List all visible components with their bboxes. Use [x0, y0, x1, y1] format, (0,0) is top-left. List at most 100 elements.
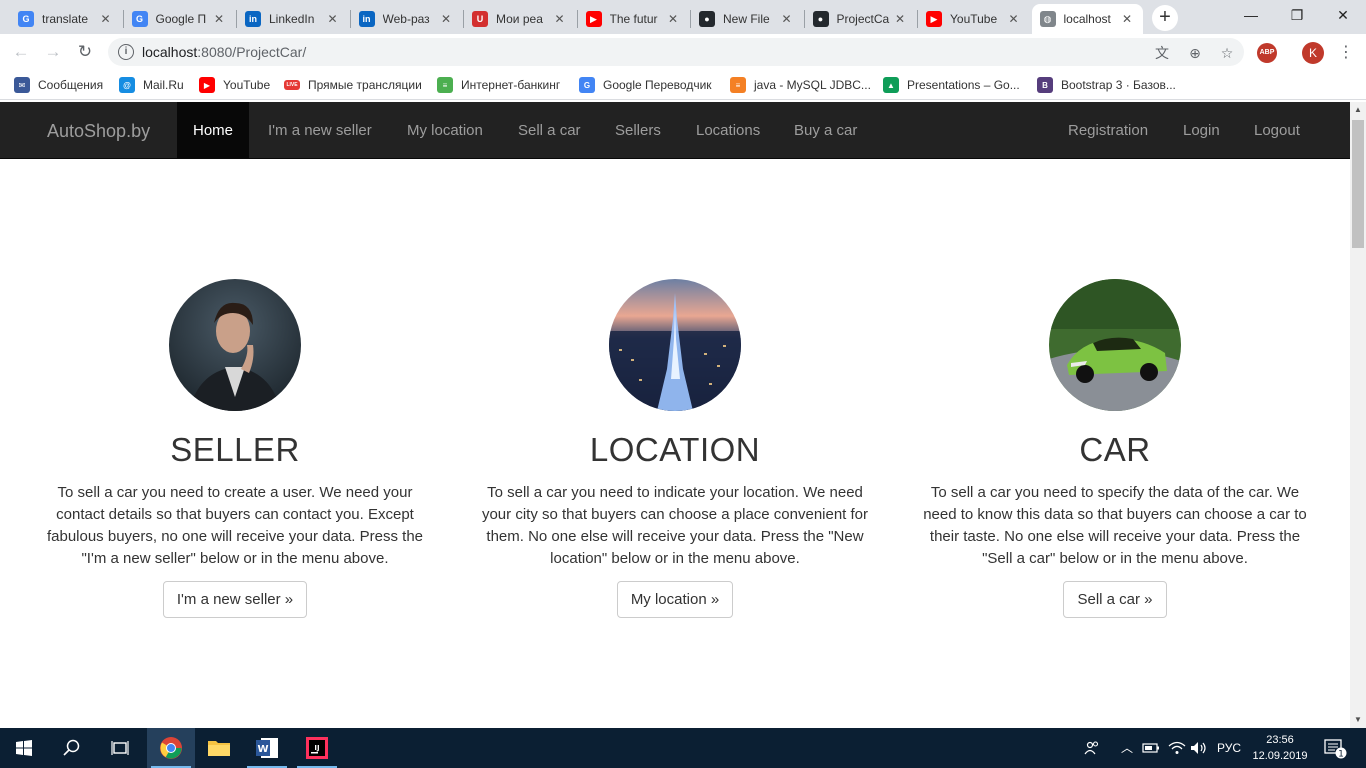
svg-text:IJ: IJ [314, 744, 319, 752]
bookmark-item[interactable]: B Bootstrap 3 · Базов... [1037, 76, 1176, 94]
volume-icon[interactable] [1188, 728, 1210, 768]
browser-tab[interactable]: ◍ localhost ✕ [1031, 4, 1143, 34]
minimize-button[interactable]: — [1228, 0, 1274, 30]
windows-taskbar: W IJ ︿ РУС 23:56 12.09.2019 1 [0, 728, 1366, 768]
notifications-icon: 1 [1324, 739, 1347, 760]
tab-separator [803, 10, 805, 28]
new-tab-button[interactable]: + [1152, 5, 1178, 31]
linkedin-icon: in [245, 11, 261, 27]
url-text[interactable]: localhost:8080/ProjectCar/ [142, 44, 306, 60]
page-scrollbar[interactable]: ▲ ▼ [1350, 102, 1366, 728]
bookmark-item[interactable]: ✉ Сообщения [14, 76, 103, 94]
bookmark-item[interactable]: ≡ Интернет-банкинг [437, 76, 560, 94]
new-seller-button[interactable]: I'm a new seller » [162, 581, 308, 618]
browser-tab[interactable]: in LinkedIn ✕ [237, 4, 349, 34]
nav-link-logout[interactable]: Logout [1238, 102, 1316, 159]
location-photo [609, 279, 741, 411]
browser-tab[interactable]: G Google П ✕ [124, 4, 236, 34]
sell-a-car-button[interactable]: Sell a car » [1063, 581, 1167, 618]
wifi-icon[interactable] [1166, 728, 1188, 768]
task-view-button[interactable] [96, 728, 144, 768]
tab-close-icon[interactable]: ✕ [779, 12, 795, 26]
bookmark-star-icon[interactable]: ☆ [1218, 44, 1236, 62]
maximize-button[interactable]: ❐ [1274, 0, 1320, 30]
address-bar[interactable]: i localhost:8080/ProjectCar/ 文 ⊕ ☆ [108, 38, 1244, 66]
people-icon[interactable] [1080, 728, 1104, 768]
linkedin-icon: in [358, 11, 375, 27]
system-clock[interactable]: 23:56 12.09.2019 [1248, 732, 1312, 764]
zoom-icon[interactable]: ⊕ [1186, 44, 1204, 62]
youtube-icon: ▶ [585, 11, 602, 27]
youtube-icon: ▶ [926, 11, 942, 27]
scroll-down-icon[interactable]: ▼ [1350, 712, 1366, 728]
browser-menu-icon[interactable]: ⋮ [1338, 42, 1354, 64]
intellij-taskbar-button[interactable]: IJ [293, 728, 341, 768]
bookmark-label: java - MySQL JDBC... [754, 78, 871, 92]
google-translate-icon: G [131, 11, 148, 27]
explorer-taskbar-button[interactable] [195, 728, 243, 768]
chrome-taskbar-button[interactable] [147, 728, 195, 768]
bookmark-item[interactable]: LIVE Прямые трансляции [284, 76, 422, 94]
word-taskbar-button[interactable]: W [243, 728, 291, 768]
nav-link-i-m-a-new-seller[interactable]: I'm a new seller [252, 102, 388, 159]
adblock-extension-icon[interactable]: ABP [1257, 43, 1277, 63]
bank-icon: ≡ [437, 77, 453, 93]
forward-button[interactable]: → [41, 41, 65, 63]
scroll-thumb[interactable] [1352, 120, 1364, 248]
translate-page-icon[interactable]: 文 [1153, 44, 1171, 62]
bookmark-item[interactable]: ▲ Presentations – Go... [883, 76, 1020, 94]
battery-icon[interactable] [1140, 728, 1162, 768]
notification-count: 1 [1338, 750, 1344, 760]
start-button[interactable] [0, 728, 48, 768]
nav-link-sell-a-car[interactable]: Sell a car [502, 102, 597, 159]
windows-logo-icon [16, 740, 32, 756]
nav-link-login[interactable]: Login [1167, 102, 1236, 159]
tab-close-icon[interactable]: ✕ [211, 12, 227, 26]
tab-separator [463, 10, 464, 28]
seller-photo [169, 279, 301, 411]
search-button[interactable] [48, 728, 96, 768]
shield-icon: U [472, 11, 488, 27]
browser-tab[interactable]: in Web-раз ✕ [351, 4, 463, 34]
tab-close-icon[interactable]: ✕ [325, 12, 341, 26]
bookmark-item[interactable]: G Google Переводчик [579, 76, 712, 94]
clock-time: 23:56 [1266, 734, 1294, 746]
bookmark-item[interactable]: @ Mail.Ru [119, 76, 184, 94]
browser-tab[interactable]: ● ProjectCa ✕ [805, 4, 917, 34]
tab-close-icon[interactable]: ✕ [892, 12, 908, 26]
close-window-button[interactable]: ✕ [1320, 0, 1366, 30]
section-heading: CAR [1079, 431, 1151, 468]
show-hidden-icons-chevron-icon[interactable]: ︿ [1118, 728, 1136, 768]
input-language-indicator[interactable]: РУС [1212, 728, 1246, 768]
action-center-button[interactable]: 1 [1320, 728, 1350, 768]
bookmark-item[interactable]: ≡ java - MySQL JDBC... [730, 76, 871, 94]
nav-link-locations[interactable]: Locations [680, 102, 776, 159]
tab-close-icon[interactable]: ✕ [1006, 12, 1022, 26]
tab-close-icon[interactable]: ✕ [665, 12, 681, 26]
nav-link-buy-a-car[interactable]: Buy a car [778, 102, 873, 159]
tab-close-icon[interactable]: ✕ [98, 12, 114, 26]
tab-close-icon[interactable]: ✕ [1119, 12, 1135, 26]
tab-separator [917, 10, 918, 28]
browser-tab[interactable]: ▶ YouTube ✕ [918, 4, 1030, 34]
bookmark-item[interactable]: ▶ YouTube [199, 76, 270, 94]
scroll-up-icon[interactable]: ▲ [1350, 102, 1366, 118]
browser-tab[interactable]: ● New File ✕ [691, 4, 803, 34]
tab-close-icon[interactable]: ✕ [438, 12, 454, 26]
tab-close-icon[interactable]: ✕ [552, 12, 568, 26]
stackoverflow-icon: ≡ [730, 77, 746, 93]
site-info-icon[interactable]: i [118, 44, 134, 60]
browser-tab[interactable]: ▶ The futur ✕ [578, 4, 690, 34]
nav-link-registration[interactable]: Registration [1052, 102, 1164, 159]
brand-logo[interactable]: AutoShop.by [47, 121, 150, 142]
browser-tab[interactable]: Gtranslate ✕ [10, 4, 122, 34]
back-button[interactable]: ← [9, 41, 33, 63]
section-description: To sell a car you need to specify the da… [923, 484, 1307, 567]
nav-link-home[interactable]: Home [177, 102, 250, 159]
browser-tab[interactable]: U Мои реа ✕ [464, 4, 576, 34]
profile-avatar[interactable]: K [1302, 42, 1324, 64]
my-location-button[interactable]: My location » [616, 581, 734, 618]
nav-link-my-location[interactable]: My location [391, 102, 499, 159]
nav-link-sellers[interactable]: Sellers [599, 102, 677, 159]
reload-button[interactable]: ↻ [73, 41, 97, 63]
